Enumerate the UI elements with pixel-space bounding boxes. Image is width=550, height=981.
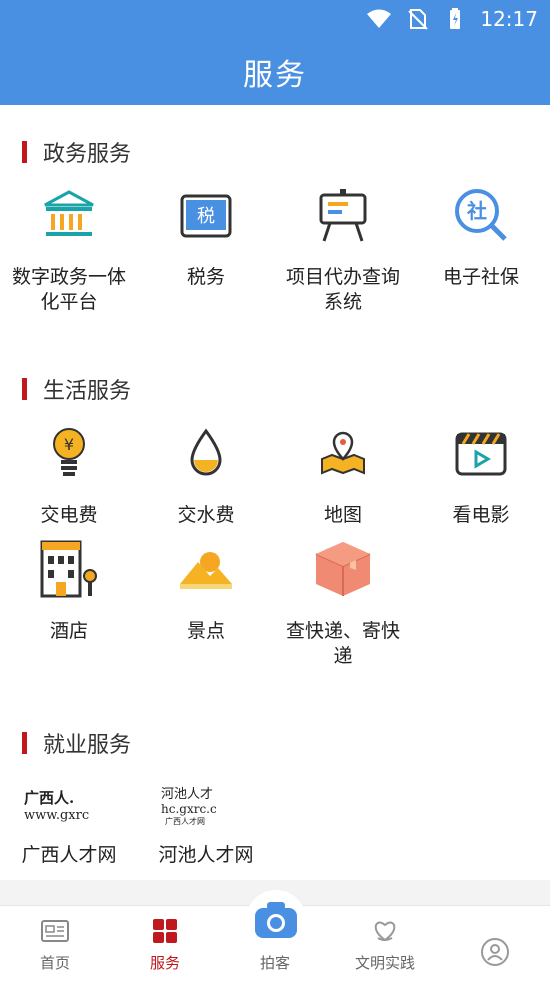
hotel-icon [39, 539, 99, 599]
tax-icon: 税 [176, 185, 236, 245]
logo-subtext: 广西人才网 [165, 817, 205, 826]
service-project-query[interactable]: 项目代办查询系统 [274, 185, 412, 315]
wifi-icon [367, 9, 392, 28]
service-label: 查快递、寄快递 [285, 620, 400, 667]
no-sim-icon [408, 9, 429, 30]
mountain-sun-icon [176, 539, 236, 599]
service-hc-talent[interactable]: 河池人才 hc.gxrc.c 广西人才网 河池人才网 [137, 781, 275, 868]
hcgxrc-logo: 河池人才 hc.gxrc.c 广西人才网 [161, 781, 251, 829]
camera-button[interactable] [246, 890, 306, 950]
tab-label: 拍客 [259, 954, 290, 972]
water-drop-icon [176, 423, 236, 483]
tab-service[interactable]: 服务 [110, 906, 220, 981]
service-label: 广西人才网 [21, 844, 117, 866]
tab-label: 服务 [149, 954, 180, 972]
service-scenic-spot[interactable]: 景点 [137, 539, 275, 644]
tab-civilization[interactable]: 文明实践 [330, 906, 440, 981]
presentation-board-icon [313, 185, 373, 245]
service-list: 政务服务 数字政务一体化平台 税 税务 项目代办查询系统 社 电子社保 生活服务… [0, 105, 550, 880]
service-label: 河池人才网 [158, 844, 254, 866]
section-gov-title: 政务服务 [22, 138, 132, 167]
social-security-search-icon: 社 [451, 185, 511, 245]
service-label: 交电费 [40, 504, 98, 526]
yen-text: ¥ [64, 435, 74, 454]
service-label: 税务 [186, 266, 225, 288]
section-jobs-title: 就业服务 [22, 729, 132, 758]
tab-label: 文明实践 [354, 954, 415, 972]
status-bar: 12:17 [366, 6, 538, 32]
service-label: 交水费 [177, 504, 235, 526]
logo-url: www.gxrc [24, 808, 90, 823]
movie-clapper-icon [451, 423, 511, 483]
camera-icon [255, 902, 297, 938]
section-marker [22, 141, 27, 163]
tab-home[interactable]: 首页 [0, 906, 110, 981]
service-tax[interactable]: 税 税务 [137, 185, 275, 290]
service-hotel[interactable]: 酒店 [0, 539, 138, 644]
section-life-title: 生活服务 [22, 375, 132, 404]
lightbulb-icon: ¥ [39, 423, 99, 483]
tab-label: 首页 [39, 954, 70, 972]
service-digital-gov[interactable]: 数字政务一体化平台 [0, 185, 138, 315]
newspaper-icon [41, 920, 69, 942]
social-icon-text: 社 [466, 199, 487, 223]
app-header: 12:17 服务 [0, 0, 550, 105]
status-time: 12:17 [480, 7, 538, 31]
logo-text: 广西人. [24, 789, 75, 807]
parcel-box-icon [313, 539, 373, 599]
section-gov-label: 政务服务 [43, 142, 132, 167]
battery-icon [450, 8, 461, 29]
tax-icon-text: 税 [197, 206, 215, 227]
section-marker [22, 732, 27, 754]
service-express-delivery[interactable]: 查快递、寄快递 [274, 539, 412, 669]
grid-icon [153, 919, 177, 943]
service-label: 电子社保 [442, 266, 519, 288]
tab-profile[interactable] [440, 906, 550, 981]
map-pin-icon [313, 423, 373, 483]
section-life-label: 生活服务 [43, 379, 132, 404]
service-label: 看电影 [452, 504, 510, 526]
service-label: 景点 [186, 620, 225, 642]
service-water-bill[interactable]: 交水费 [137, 423, 275, 528]
logo-url: hc.gxrc.c [161, 802, 217, 816]
gxrc-logo: 广西人. www.gxrc [24, 781, 114, 829]
heart-hand-icon [374, 921, 396, 942]
service-label: 数字政务一体化平台 [11, 266, 126, 313]
logo-text: 河池人才 [161, 787, 214, 802]
government-building-icon [39, 185, 99, 245]
service-label: 地图 [323, 504, 362, 526]
service-map[interactable]: 地图 [274, 423, 412, 528]
section-marker [22, 378, 27, 400]
page-title: 服务 [243, 58, 307, 93]
service-label: 酒店 [49, 620, 88, 642]
section-jobs-label: 就业服务 [43, 733, 132, 758]
user-icon [481, 938, 509, 966]
service-movie[interactable]: 看电影 [412, 423, 550, 528]
service-electricity-bill[interactable]: ¥ 交电费 [0, 423, 138, 528]
service-label: 项目代办查询系统 [285, 266, 400, 313]
service-gx-talent[interactable]: 广西人. www.gxrc 广西人才网 [0, 781, 138, 868]
service-e-social-security[interactable]: 社 电子社保 [412, 185, 550, 290]
